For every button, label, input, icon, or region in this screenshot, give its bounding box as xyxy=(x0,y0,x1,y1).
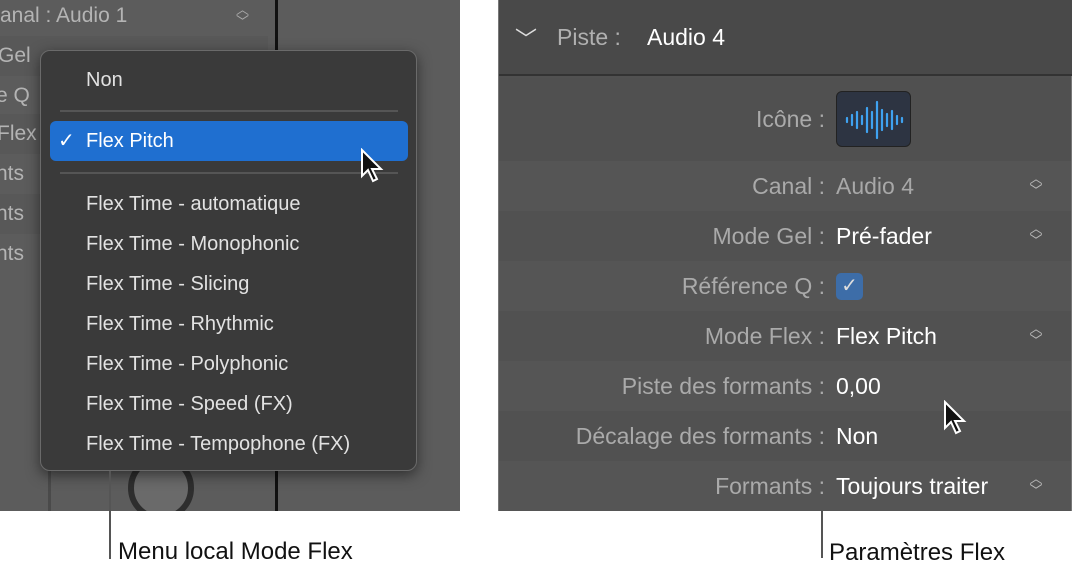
waveform-icon[interactable] xyxy=(836,91,911,147)
inspector-header[interactable]: ﹀ Piste : Audio 4 xyxy=(499,0,1072,76)
row-label: Formants : xyxy=(715,473,825,499)
row-icon: Icône : xyxy=(499,78,1071,161)
formants-value[interactable]: Toujours traiter xyxy=(836,461,988,511)
menu-item-label: Flex Pitch xyxy=(86,130,174,152)
menu-item-flex-time-speed[interactable]: Flex Time - Speed (FX) xyxy=(86,384,293,424)
callout-flex-menu: Menu local Mode Flex xyxy=(118,538,353,565)
menu-item-flex-time-slicing[interactable]: Flex Time - Slicing xyxy=(86,264,249,304)
canal-value[interactable]: Audio 4 xyxy=(836,161,914,211)
stepper-icon[interactable]: ︿ ﹀ xyxy=(1026,322,1046,349)
menu-item-flex-time-tempophone[interactable]: Flex Time - Tempophone (FX) xyxy=(86,424,350,464)
callout-flex-params: Paramètres Flex xyxy=(829,539,1006,566)
mouse-cursor-icon xyxy=(361,148,384,183)
menu-item-flex-time-auto[interactable]: Flex Time - automatique xyxy=(86,184,301,224)
callout-line xyxy=(109,471,111,559)
chevron-down-icon[interactable]: ﹀ xyxy=(515,22,537,54)
decalage-formants-value[interactable]: Non xyxy=(836,411,878,461)
row-mode-flex: Mode Flex : Flex Pitch ︿ ﹀ xyxy=(499,311,1071,361)
row-label: Mode Gel : xyxy=(712,223,826,249)
stepper-icon[interactable]: ︿ ﹀ xyxy=(1026,172,1046,199)
row-canal: Canal : Audio 4 ︿ ﹀ xyxy=(499,161,1071,211)
stepper-icon: ︿ ﹀ xyxy=(236,2,250,29)
row-piste-formants: Piste des formants : 0,00 xyxy=(499,361,1071,411)
menu-item-flex-time-monophonic[interactable]: Flex Time - Monophonic xyxy=(86,224,336,264)
row-mode-gel: Mode Gel : Pré-fader ︿ ﹀ xyxy=(499,211,1071,261)
menu-item-flex-time-polyphonic[interactable]: Flex Time - Polyphonic xyxy=(86,344,288,384)
row-reference-q: Référence Q : ✓ xyxy=(499,261,1071,311)
mode-flex-value[interactable]: Flex Pitch xyxy=(836,311,937,361)
row-label: Canal : xyxy=(752,173,825,199)
header-value: Audio 4 xyxy=(647,24,726,50)
header-label: Piste : xyxy=(557,24,621,50)
flex-mode-popup-menu: Non ✓ Flex Pitch Flex Time - automatique… xyxy=(40,50,417,471)
row-label: Décalage des formants : xyxy=(575,423,825,449)
track-inspector: ﹀ Piste : Audio 4 Icône : Canal : Audio … xyxy=(498,0,1072,511)
menu-item-flex-time-rhythmic[interactable]: Flex Time - Rhythmic xyxy=(86,304,274,344)
row-decalage-formants: Décalage des formants : Non xyxy=(499,411,1071,461)
reference-q-checkbox[interactable]: ✓ xyxy=(836,273,863,300)
stepper-icon[interactable]: ︿ ﹀ xyxy=(1026,472,1046,499)
callout-line xyxy=(821,511,823,558)
checkmark-icon: ✓ xyxy=(58,130,75,152)
mouse-cursor-icon xyxy=(944,400,967,435)
row-formants: Formants : Toujours traiter ︿ ﹀ xyxy=(499,461,1071,511)
bg-row: anal : Audio 1 ︿ ﹀ xyxy=(0,0,270,36)
menu-separator xyxy=(60,172,398,174)
menu-separator xyxy=(60,110,398,112)
stepper-icon[interactable]: ︿ ﹀ xyxy=(1026,222,1046,249)
row-label: Piste des formants : xyxy=(621,373,825,399)
row-label: Icône : xyxy=(755,106,825,132)
menu-item-flex-pitch[interactable]: ✓ Flex Pitch xyxy=(50,121,408,161)
mode-gel-value[interactable]: Pré-fader xyxy=(836,211,932,261)
row-label: Mode Flex : xyxy=(704,323,825,349)
piste-formants-value[interactable]: 0,00 xyxy=(836,361,881,411)
row-label: Référence Q : xyxy=(681,273,825,299)
menu-item-non[interactable]: Non xyxy=(86,60,123,100)
bg-row-label: anal : Audio 1 xyxy=(0,4,128,27)
